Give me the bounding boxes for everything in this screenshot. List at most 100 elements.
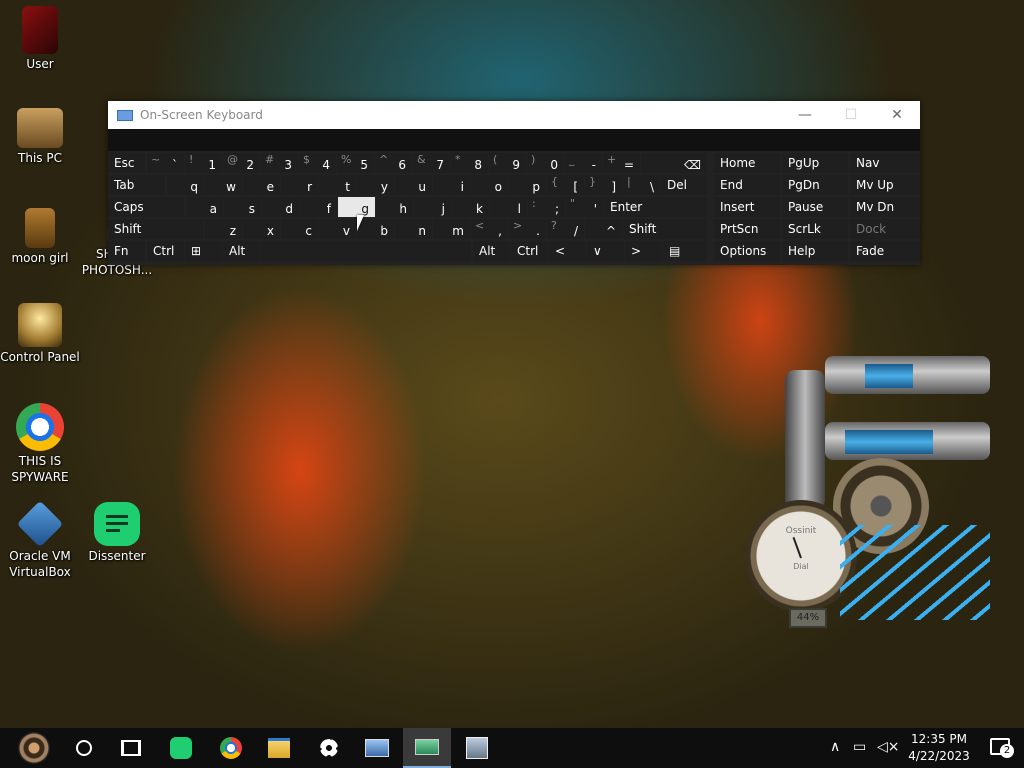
key-3[interactable]: #3 [261,153,298,173]
key-j[interactable]: j [414,197,451,217]
task-view-button[interactable] [107,728,155,768]
key-x[interactable]: x [243,219,280,239]
key-r4-9[interactable]: > [625,241,662,261]
key-shift[interactable]: Shift [623,219,707,239]
chevron-up-icon[interactable]: ∧ [830,739,840,755]
key-z[interactable]: z [205,219,242,239]
key-ctrl[interactable]: Ctrl [511,241,548,261]
key-6[interactable]: ^ 6 [375,153,412,173]
taskbar-dissenter[interactable] [157,728,205,768]
key-options[interactable]: Options [714,241,780,261]
key-a[interactable]: a [186,197,223,217]
key-r2-11[interactable]: " ' [566,197,603,217]
desktop-icon-this-pc[interactable]: This PC [0,108,80,166]
key-caps[interactable]: Caps [108,197,184,217]
key-home[interactable]: Home [714,153,780,173]
desktop-icon-moon-girl[interactable]: moon girl [0,208,80,266]
desktop-icon-user[interactable]: User [0,6,80,72]
key-r[interactable]: r [281,175,318,195]
key-r1-11[interactable]: {[ [547,175,584,195]
desktop-icon-virtualbox[interactable]: Oracle VM VirtualBox [0,500,80,580]
key-n[interactable]: n [395,219,432,239]
volume-muted-icon[interactable]: ◁× [877,739,900,755]
key-r3-10[interactable]: ? / [547,219,584,239]
key-r0-13[interactable]: + = [603,153,640,173]
key-w[interactable]: w [205,175,242,195]
key-mv-dn[interactable]: Mv Dn [850,197,920,217]
key-tab[interactable]: Tab [108,175,165,195]
key-o[interactable]: o [471,175,508,195]
key-f[interactable]: f [300,197,337,217]
key-p[interactable]: p [509,175,546,195]
key-r0-12[interactable]: _ - [565,153,602,173]
key-2[interactable]: @2 [223,153,260,173]
key-r3-11[interactable]: ^ [585,219,622,239]
key-r1-13[interactable]: | \ [623,175,660,195]
key-enter[interactable]: Enter [604,197,707,217]
key-c[interactable]: c [281,219,318,239]
key-v[interactable]: v [319,219,356,239]
key-r0-14[interactable]: ⌫ [641,153,707,173]
taskbar-app-2[interactable] [453,728,501,768]
key-m[interactable]: m [433,219,470,239]
key-g[interactable]: g [338,197,375,217]
key-end[interactable]: End [714,175,780,195]
taskbar-app-1[interactable] [353,728,401,768]
key-fn[interactable]: Fn [108,241,145,261]
key-k[interactable]: k [452,197,489,217]
key-y[interactable]: y [357,175,394,195]
key-prtscn[interactable]: PrtScn [714,219,780,239]
minimize-button[interactable]: — [782,101,828,129]
key-space[interactable] [261,241,471,261]
key-i[interactable]: i [433,175,470,195]
on-screen-keyboard-window[interactable]: On-Screen Keyboard — ☐ ✕ Esc ~ `! 1 @2 #3 $4% 5… [108,101,920,265]
key-del[interactable]: Del [661,175,707,195]
taskbar-file-explorer[interactable] [255,728,303,768]
key-r2-10[interactable]: :; [528,197,565,217]
network-icon[interactable]: ▭ [853,739,866,755]
key-r4-7[interactable]: < [549,241,586,261]
window-title-bar[interactable]: On-Screen Keyboard — ☐ ✕ [108,101,920,129]
key-1[interactable]: ! 1 [185,153,222,173]
key-r1-12[interactable]: }] [585,175,622,195]
taskbar-settings[interactable] [305,728,353,768]
key-r4-2[interactable]: ⊞ [185,241,222,261]
key-4[interactable]: $4 [299,153,336,173]
search-button[interactable] [60,728,108,768]
notification-center-button[interactable]: 2 [988,736,1014,760]
key-8[interactable]: * 8 [451,153,488,173]
key-d[interactable]: d [262,197,299,217]
key-shift[interactable]: Shift [108,219,203,239]
maximize-button[interactable]: ☐ [828,101,874,129]
key-pause[interactable]: Pause [782,197,848,217]
desktop-icon-control-panel[interactable]: Control Panel [0,303,80,365]
close-button[interactable]: ✕ [874,101,920,129]
key-pgdn[interactable]: PgDn [782,175,848,195]
key-e[interactable]: e [243,175,280,195]
taskbar-on-screen-keyboard[interactable] [403,728,451,768]
key-5[interactable]: % 5 [337,153,374,173]
taskbar-chrome[interactable] [207,728,255,768]
key-scrlk[interactable]: ScrLk [782,219,848,239]
key-0[interactable]: ) 0 [527,153,564,173]
key-r4-10[interactable]: ▤ [663,241,707,261]
key-nav[interactable]: Nav [850,153,920,173]
start-button[interactable] [8,728,60,768]
key-mv-up[interactable]: Mv Up [850,175,920,195]
key-dock[interactable]: Dock [850,219,920,239]
key-ctrl[interactable]: Ctrl [147,241,184,261]
key-9[interactable]: (9 [489,153,526,173]
key-q[interactable]: q [167,175,204,195]
key-7[interactable]: & 7 [413,153,450,173]
desktop-icon-chrome[interactable]: THIS IS SPYWARE [0,403,80,485]
key-alt[interactable]: Alt [473,241,510,261]
key-t[interactable]: t [319,175,356,195]
key-help[interactable]: Help [782,241,848,261]
desktop-icon-dissenter[interactable]: Dissenter [77,502,157,564]
key-esc[interactable]: Esc [108,153,145,173]
system-clock[interactable]: 12:35 PM 4/22/2023 [904,731,974,765]
key-r0-1[interactable]: ~ ` [147,153,184,173]
key-r4-8[interactable]: ∨ [587,241,624,261]
key-alt[interactable]: Alt [223,241,260,261]
key-h[interactable]: h [376,197,413,217]
